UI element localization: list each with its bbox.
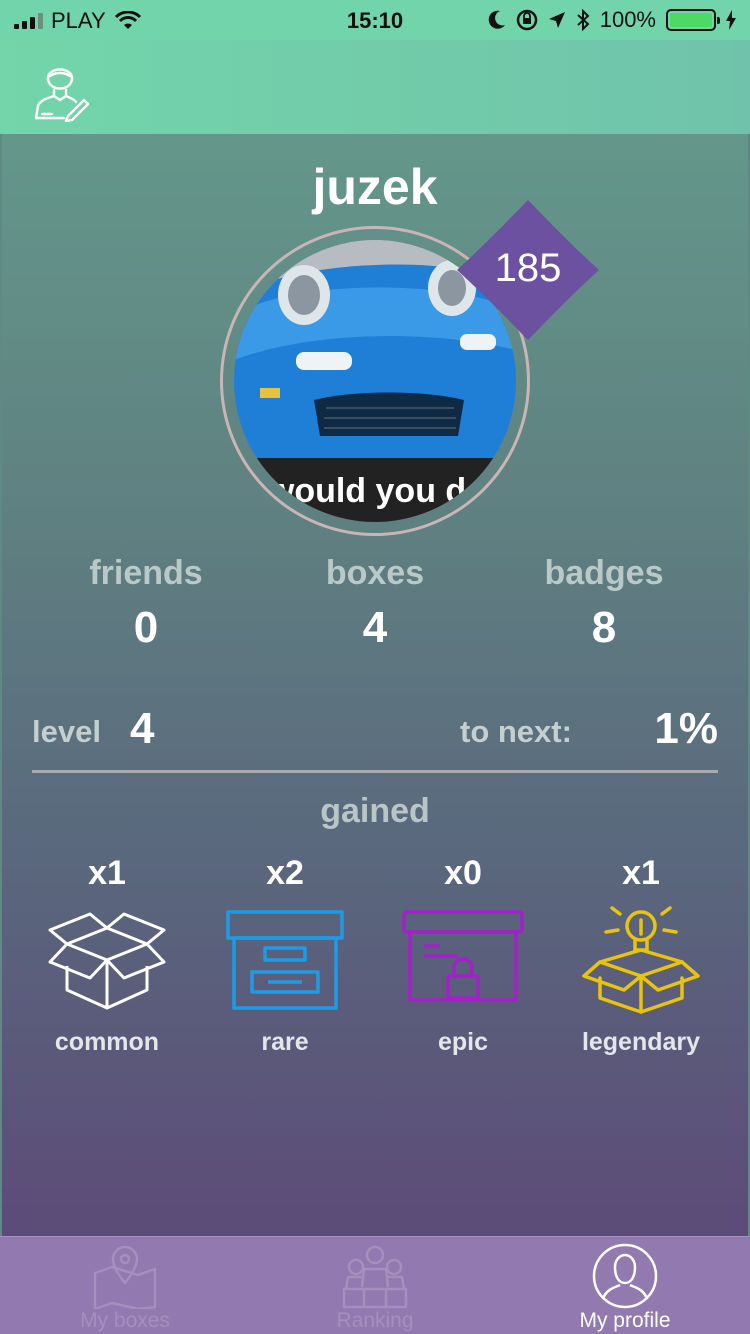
- stat-label: badges: [544, 554, 664, 592]
- stat-badges[interactable]: badges 8: [494, 554, 714, 653]
- username: juzek: [312, 159, 438, 215]
- box-name: rare: [261, 1028, 309, 1056]
- to-next-value: 1%: [654, 704, 718, 753]
- xp-badge-value: 185: [494, 246, 562, 290]
- box-rare[interactable]: x2 rare: [200, 854, 370, 1057]
- xp-badge: 185: [457, 200, 599, 340]
- level-row: level 4 to next: 1%: [2, 704, 748, 764]
- tab-label: My boxes: [80, 1309, 170, 1332]
- tab-label: My profile: [579, 1309, 671, 1332]
- box-count: x1: [88, 854, 126, 892]
- box-common[interactable]: x1 common: [22, 854, 192, 1057]
- box-name: legendary: [581, 1028, 701, 1056]
- map-pin-icon: [93, 1245, 157, 1309]
- idea-box-icon: [582, 906, 700, 1014]
- rotation-lock-icon: [516, 9, 537, 31]
- stat-value: 0: [133, 603, 159, 652]
- ranking-group-icon: [342, 1245, 408, 1309]
- open-box-icon: [48, 912, 166, 1010]
- charging-icon: [726, 10, 736, 30]
- box-count: x2: [266, 854, 304, 892]
- stat-label: friends: [89, 554, 203, 592]
- tab-bar: My boxes Ranking My profile: [0, 1236, 750, 1334]
- bluetooth-icon: [577, 9, 590, 31]
- box-count: x0: [444, 854, 482, 892]
- box-epic[interactable]: x0 epic: [378, 854, 548, 1057]
- tab-label: Ranking: [336, 1309, 414, 1332]
- profile-icon: [592, 1243, 658, 1309]
- archive-box-icon: [226, 910, 344, 1010]
- moon-icon: [488, 10, 505, 29]
- box-name: epic: [437, 1028, 489, 1056]
- edit-profile-icon[interactable]: [30, 58, 90, 122]
- box-legendary[interactable]: x1 legendary: [556, 854, 726, 1057]
- tab-my-boxes[interactable]: My boxes: [0, 1237, 250, 1334]
- status-bar: PLAY 15:10 100%: [0, 0, 750, 40]
- box-count: x1: [622, 854, 660, 892]
- locked-box-icon: [402, 910, 524, 1002]
- divider: [32, 770, 718, 773]
- box-name: common: [54, 1028, 160, 1056]
- app-header: [0, 40, 750, 134]
- stat-value: 4: [362, 603, 388, 652]
- to-next-label: to next:: [460, 714, 572, 749]
- level-value: 4: [130, 704, 155, 753]
- profile-panel: juzek y would you do th 185 friends 0 bo…: [2, 134, 748, 1236]
- stat-friends[interactable]: friends 0: [36, 554, 256, 653]
- stat-value: 8: [591, 603, 617, 652]
- battery-percent: 100%: [599, 7, 656, 32]
- gained-title: gained: [320, 792, 430, 830]
- level-label: level: [32, 714, 101, 749]
- stat-boxes[interactable]: boxes 4: [265, 554, 485, 653]
- location-arrow-icon: [548, 12, 565, 28]
- tab-ranking[interactable]: Ranking: [250, 1237, 500, 1334]
- tab-my-profile[interactable]: My profile: [500, 1237, 750, 1334]
- battery-icon: [666, 9, 720, 31]
- stats-row: friends 0 boxes 4 badges 8: [2, 554, 748, 674]
- stat-label: boxes: [325, 554, 425, 592]
